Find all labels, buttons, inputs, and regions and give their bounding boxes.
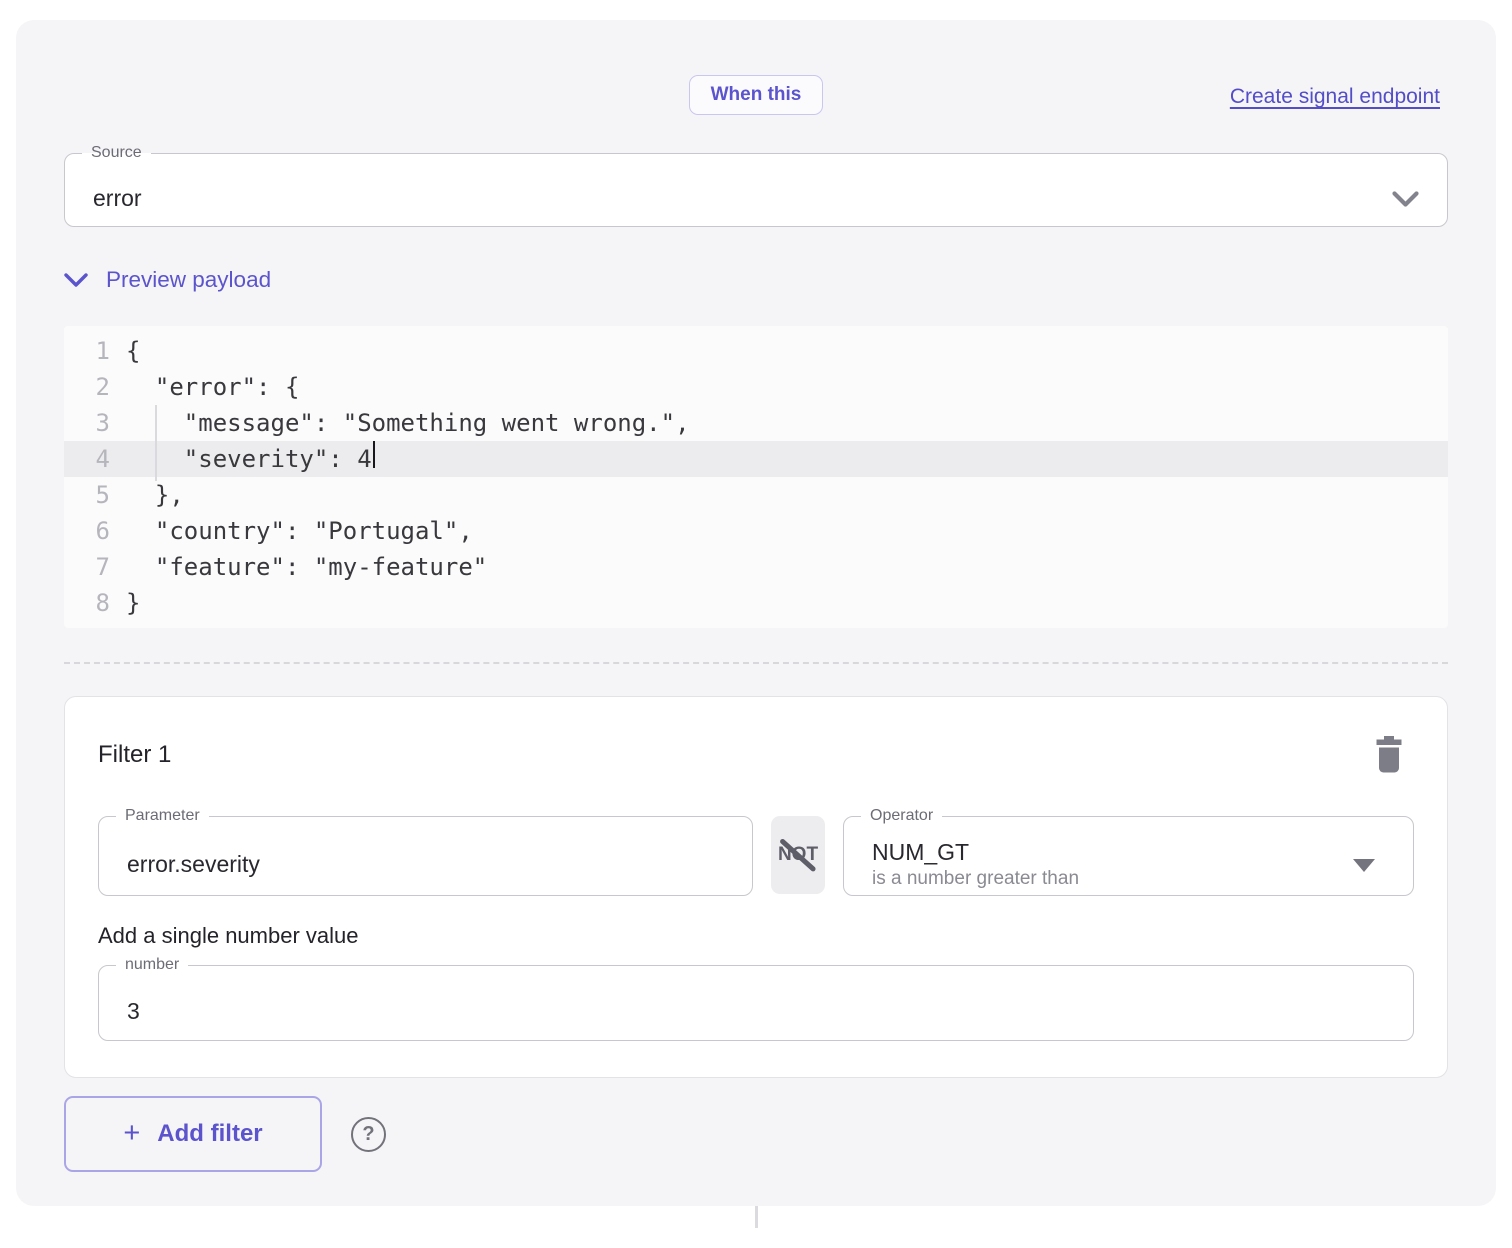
filter-card: Filter 1 Parameter error.severity NOT Op… bbox=[64, 696, 1448, 1078]
operator-select[interactable]: Operator NUM_GT is a number greater than bbox=[843, 807, 1414, 896]
add-filter-label: Add filter bbox=[157, 1120, 262, 1148]
trash-icon bbox=[1374, 735, 1404, 774]
header-row: When this Create signal endpoint bbox=[64, 20, 1448, 114]
code-text: "country": "Portugal", bbox=[126, 513, 473, 549]
number-value: 3 bbox=[127, 983, 1355, 1040]
code-line[interactable]: 1{ bbox=[64, 333, 1448, 369]
code-text: "severity": 4 bbox=[126, 441, 372, 477]
caret-down-icon bbox=[1353, 859, 1375, 872]
source-select[interactable]: Source error bbox=[64, 144, 1448, 227]
code-line[interactable]: 5 }, bbox=[64, 477, 1448, 513]
operator-label: Operator bbox=[861, 807, 942, 825]
code-line[interactable]: 7 "feature": "my-feature" bbox=[64, 549, 1448, 585]
create-signal-endpoint-link[interactable]: Create signal endpoint bbox=[1230, 85, 1440, 109]
code-text: "error": { bbox=[126, 369, 299, 405]
not-toggle-button[interactable]: NOT bbox=[771, 816, 825, 894]
number-label: number bbox=[116, 956, 188, 974]
signal-config-card: When this Create signal endpoint Source … bbox=[16, 20, 1496, 1206]
code-line[interactable]: 3 "message": "Something went wrong.", bbox=[64, 405, 1448, 441]
actions-row: + Add filter ? bbox=[64, 1096, 1448, 1172]
add-filter-button[interactable]: + Add filter bbox=[64, 1096, 322, 1172]
connector-line bbox=[755, 1206, 758, 1228]
chevron-down-icon bbox=[64, 273, 88, 287]
operator-value-group: NUM_GT is a number greater than bbox=[872, 834, 1343, 895]
code-text: }, bbox=[126, 477, 184, 513]
when-this-button[interactable]: When this bbox=[689, 75, 824, 115]
number-input[interactable]: number 3 bbox=[98, 956, 1414, 1041]
code-text: } bbox=[126, 585, 140, 621]
line-number: 8 bbox=[78, 585, 110, 621]
question-mark-glyph: ? bbox=[362, 1123, 374, 1146]
filter-title: Filter 1 bbox=[98, 741, 171, 769]
preview-payload-toggle[interactable]: Preview payload bbox=[64, 267, 271, 293]
source-label: Source bbox=[82, 144, 151, 162]
payload-code-editor[interactable]: 1{ 2 "error": { 3 "message": "Something … bbox=[64, 326, 1448, 628]
preview-payload-label: Preview payload bbox=[106, 267, 271, 293]
filter-header: Filter 1 bbox=[98, 735, 1414, 774]
text-cursor bbox=[373, 441, 375, 468]
code-line-active[interactable]: 4 "severity": 4 bbox=[64, 441, 1448, 477]
source-value: error bbox=[93, 171, 1389, 226]
line-number: 5 bbox=[78, 477, 110, 513]
code-line[interactable]: 8} bbox=[64, 585, 1448, 621]
line-number: 3 bbox=[78, 405, 110, 441]
parameter-input[interactable]: Parameter error.severity bbox=[98, 807, 753, 896]
line-number: 1 bbox=[78, 333, 110, 369]
operator-description: is a number greater than bbox=[872, 867, 1343, 891]
delete-filter-button[interactable] bbox=[1374, 735, 1404, 774]
code-text: { bbox=[126, 333, 140, 369]
indent-guide bbox=[155, 405, 157, 481]
plus-icon: + bbox=[123, 1119, 140, 1148]
dashed-divider bbox=[64, 662, 1448, 664]
code-line[interactable]: 2 "error": { bbox=[64, 369, 1448, 405]
line-number: 6 bbox=[78, 513, 110, 549]
line-number: 7 bbox=[78, 549, 110, 585]
operator-value: NUM_GT bbox=[872, 839, 1343, 866]
chevron-down-icon bbox=[1392, 171, 1419, 226]
code-text: "message": "Something went wrong.", bbox=[126, 405, 690, 441]
line-number: 4 bbox=[78, 441, 110, 477]
help-icon[interactable]: ? bbox=[351, 1117, 386, 1152]
code-line[interactable]: 6 "country": "Portugal", bbox=[64, 513, 1448, 549]
value-hint-text: Add a single number value bbox=[98, 923, 1414, 949]
filter-condition-row: Parameter error.severity NOT Operator NU… bbox=[98, 807, 1414, 896]
parameter-label: Parameter bbox=[116, 807, 209, 825]
parameter-value: error.severity bbox=[127, 834, 694, 895]
line-number: 2 bbox=[78, 369, 110, 405]
code-text: "feature": "my-feature" bbox=[126, 549, 487, 585]
